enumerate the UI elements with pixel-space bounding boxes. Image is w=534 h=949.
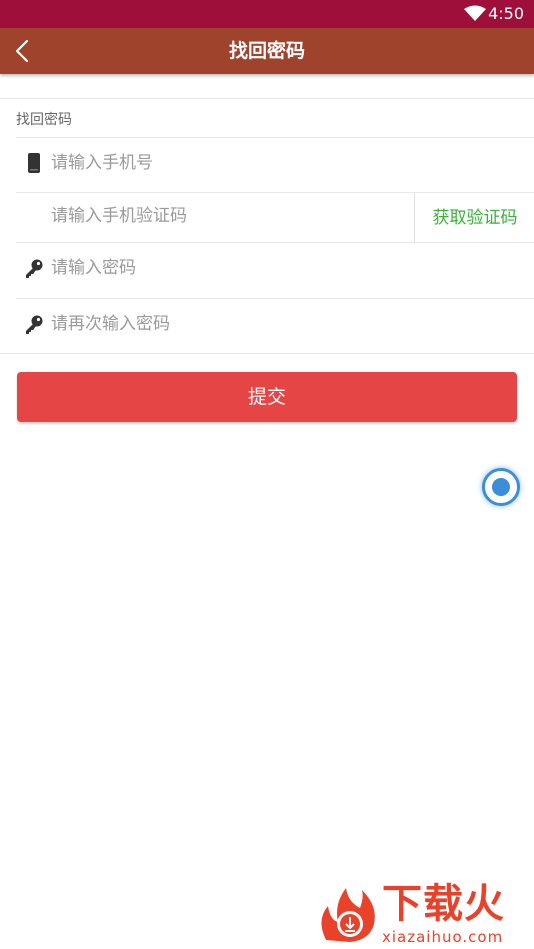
phone-icon — [28, 153, 40, 173]
divider — [0, 98, 534, 99]
watermark: 下载火 xiazaihuo.com — [316, 878, 534, 949]
nav-bar: 找回密码 — [0, 28, 534, 74]
flame-logo-icon — [321, 888, 375, 942]
watermark-text: 下载火 — [382, 881, 505, 927]
password-input[interactable] — [51, 256, 391, 280]
section-label: 找回密码 — [16, 112, 72, 128]
assist-icon — [492, 478, 510, 496]
get-code-button[interactable]: 获取验证码 — [414, 193, 534, 243]
key-icon — [26, 259, 43, 278]
status-bar: 4:50 — [0, 0, 534, 28]
form-bottom-divider — [0, 353, 534, 354]
page-title: 找回密码 — [228, 40, 305, 62]
wifi-icon — [464, 5, 486, 21]
verification-code-input[interactable] — [51, 204, 401, 228]
submit-button[interactable]: 提交 — [17, 372, 517, 422]
status-time: 4:50 — [488, 4, 524, 23]
confirm-password-input[interactable] — [51, 312, 391, 336]
watermark-domain: xiazaihuo.com — [382, 928, 504, 946]
phone-input[interactable] — [51, 151, 391, 175]
floating-assist-button[interactable] — [482, 468, 520, 506]
key-icon — [26, 315, 43, 334]
